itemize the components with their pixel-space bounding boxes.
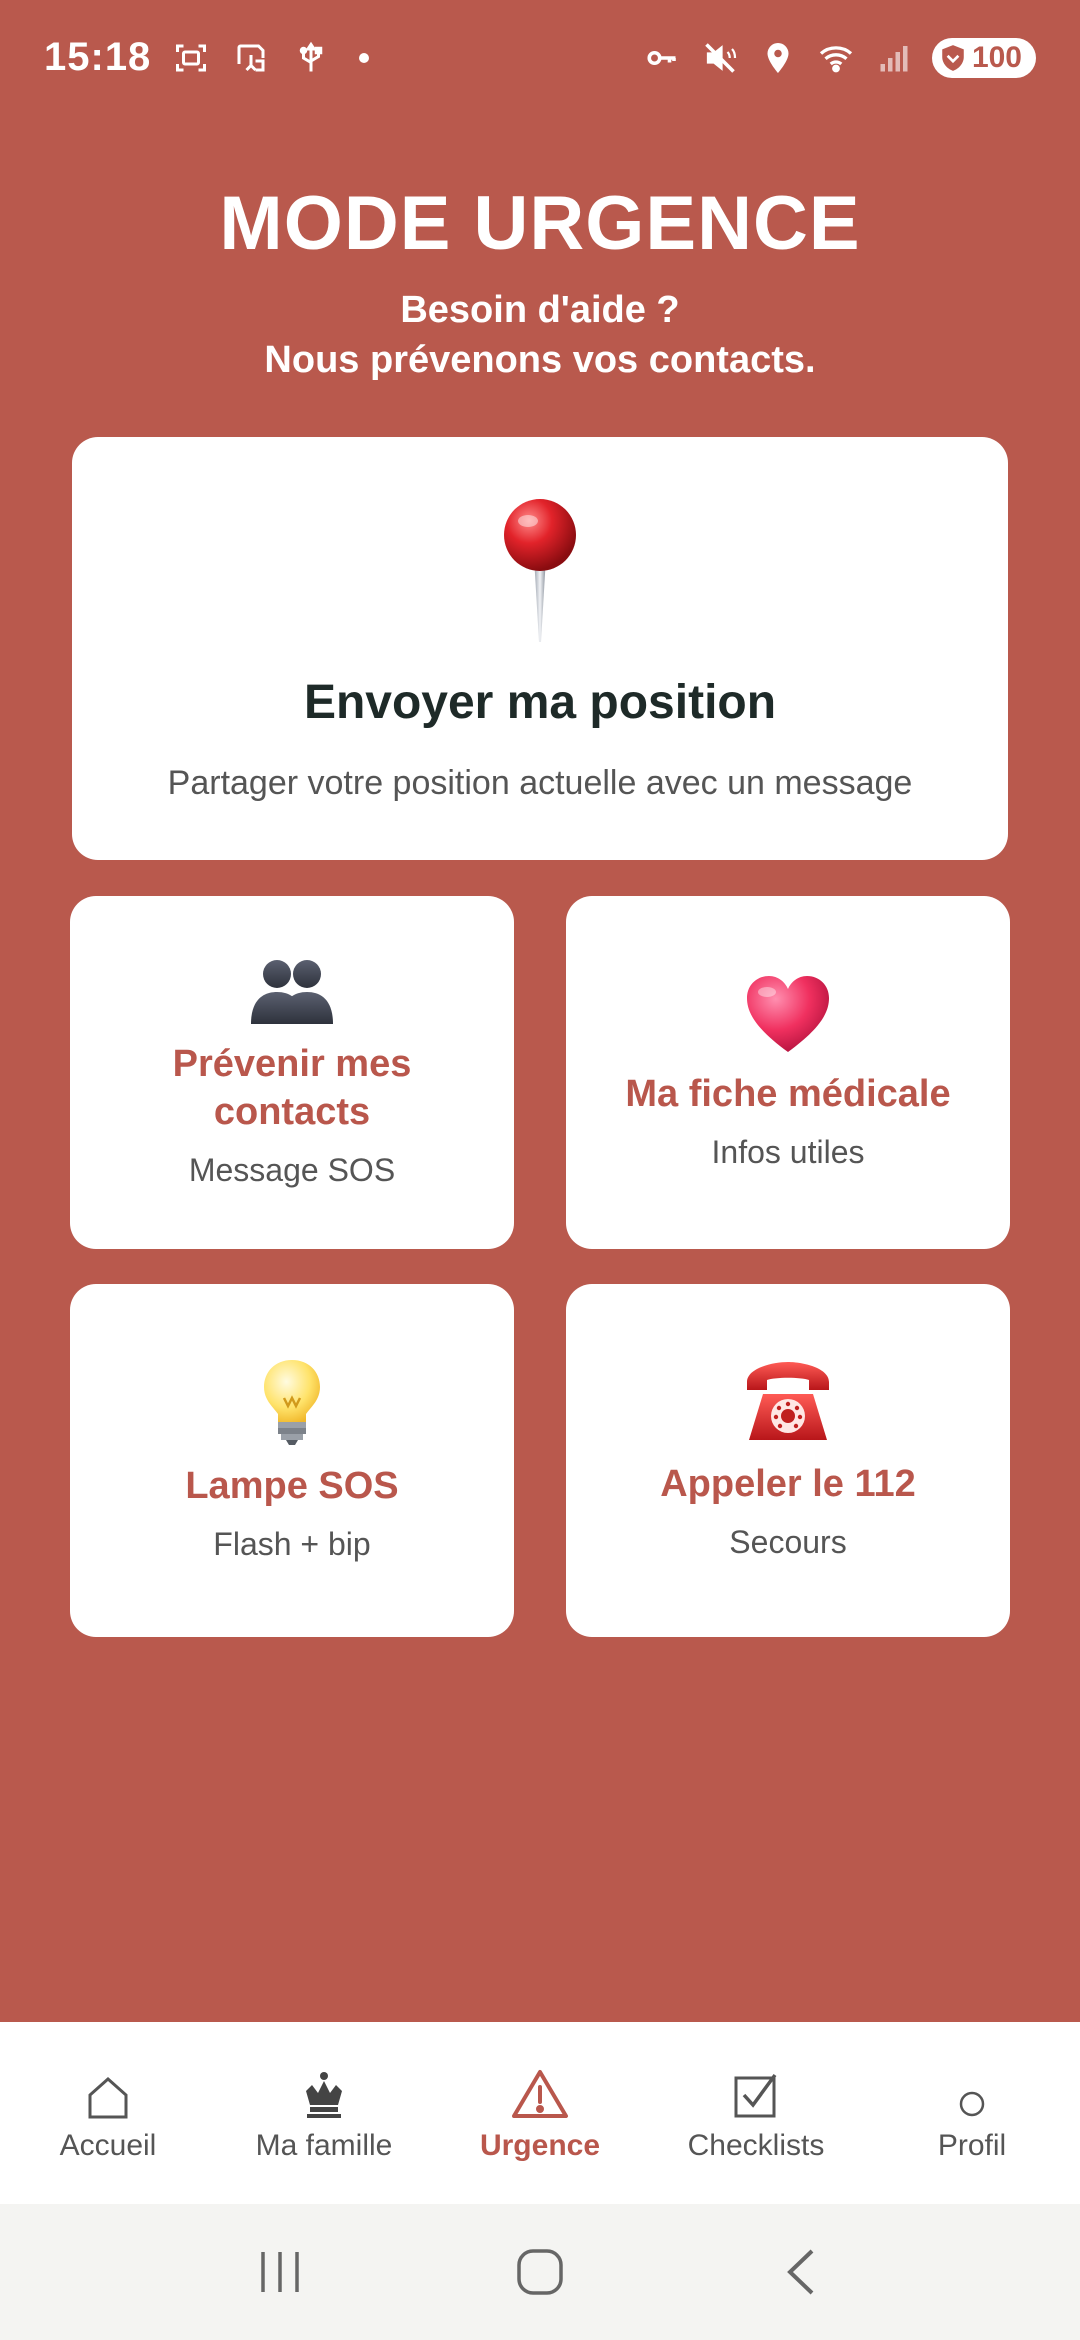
sos-lamp-card[interactable]: Lampe SOS Flash + bip	[70, 1284, 514, 1637]
subtitle-line-2: Nous prévenons vos contacts.	[264, 339, 816, 381]
notify-contacts-card[interactable]: Prévenir mes contacts Message SOS	[70, 896, 514, 1249]
send-position-desc: Partager votre position actuelle avec un…	[167, 764, 913, 802]
circle-icon	[957, 2063, 987, 2119]
call-112-title: Appeler le 112	[660, 1463, 916, 1505]
checkbox-icon	[733, 2063, 779, 2119]
key-icon	[642, 38, 682, 78]
pushpin-icon	[500, 497, 580, 647]
back-button[interactable]	[760, 2232, 840, 2312]
notify-contacts-title-line-2: contacts	[213, 1091, 371, 1133]
nav-label-accueil: Accueil	[59, 2129, 157, 2162]
page-subtitle: Besoin d'aide ? Nous prévenons vos conta…	[0, 285, 1080, 385]
usb-icon	[291, 38, 331, 78]
nav-label-urgence: Urgence	[479, 2129, 601, 2162]
page-title: MODE URGENCE	[219, 181, 861, 266]
lightbulb-icon	[260, 1358, 324, 1446]
cast-icon	[231, 38, 271, 78]
medical-record-title: Ma fiche médicale	[625, 1073, 951, 1115]
dot-icon	[359, 52, 370, 63]
location-icon	[758, 38, 798, 78]
heart-icon	[745, 974, 831, 1054]
notify-contacts-title: Prévenir mes contacts	[173, 1040, 412, 1136]
bottom-nav: Accueil Ma famille Urgence Checklists Pr…	[0, 2022, 1080, 2204]
status-bar: 15:18 100	[0, 0, 1080, 115]
system-nav-bar	[0, 2204, 1080, 2340]
send-position-title: Envoyer ma position	[303, 676, 777, 729]
call-112-desc: Secours	[729, 1524, 847, 1560]
sos-lamp-title: Lampe SOS	[185, 1465, 399, 1507]
battery-level: 100	[971, 40, 1022, 74]
status-right: 100	[642, 37, 1036, 78]
screenshot-icon	[171, 38, 211, 78]
home-button[interactable]	[500, 2232, 580, 2312]
nav-item-checklists[interactable]: Checklists	[656, 2063, 856, 2163]
notify-contacts-title-line-1: Prévenir mes	[172, 1043, 412, 1085]
nav-label-profil: Profil	[937, 2129, 1007, 2162]
mute-icon	[700, 38, 740, 78]
nav-label-checklists: Checklists	[687, 2129, 825, 2162]
signal-icon	[874, 38, 914, 78]
status-left: 15:18	[44, 35, 370, 80]
warning-icon	[511, 2063, 569, 2119]
nav-item-profil[interactable]: Profil	[872, 2063, 1072, 2163]
recents-button[interactable]	[240, 2232, 320, 2312]
notify-contacts-desc: Message SOS	[188, 1152, 396, 1188]
nav-label-ma-famille: Ma famille	[255, 2129, 393, 2162]
send-position-card[interactable]: Envoyer ma position Partager votre posit…	[72, 437, 1008, 860]
nav-item-urgence[interactable]: Urgence	[440, 2063, 640, 2163]
nav-item-accueil[interactable]: Accueil	[8, 2063, 208, 2163]
status-time: 15:18	[44, 35, 152, 79]
people-icon	[247, 956, 337, 1024]
battery-icon: 100	[931, 37, 1036, 78]
wifi-icon	[816, 38, 856, 78]
call-112-card[interactable]: Appeler le 112 Secours	[566, 1284, 1010, 1637]
crown-icon	[304, 2063, 344, 2119]
medical-record-desc: Infos utiles	[711, 1134, 865, 1170]
medical-record-card[interactable]: Ma fiche médicale Infos utiles	[566, 896, 1010, 1249]
sos-lamp-desc: Flash + bip	[213, 1526, 371, 1562]
nav-item-ma-famille[interactable]: Ma famille	[224, 2063, 424, 2163]
home-icon	[86, 2063, 130, 2119]
telephone-icon	[743, 1360, 833, 1444]
subtitle-line-1: Besoin d'aide ?	[400, 289, 680, 331]
header: MODE URGENCE Besoin d'aide ? Nous préven…	[0, 180, 1080, 385]
